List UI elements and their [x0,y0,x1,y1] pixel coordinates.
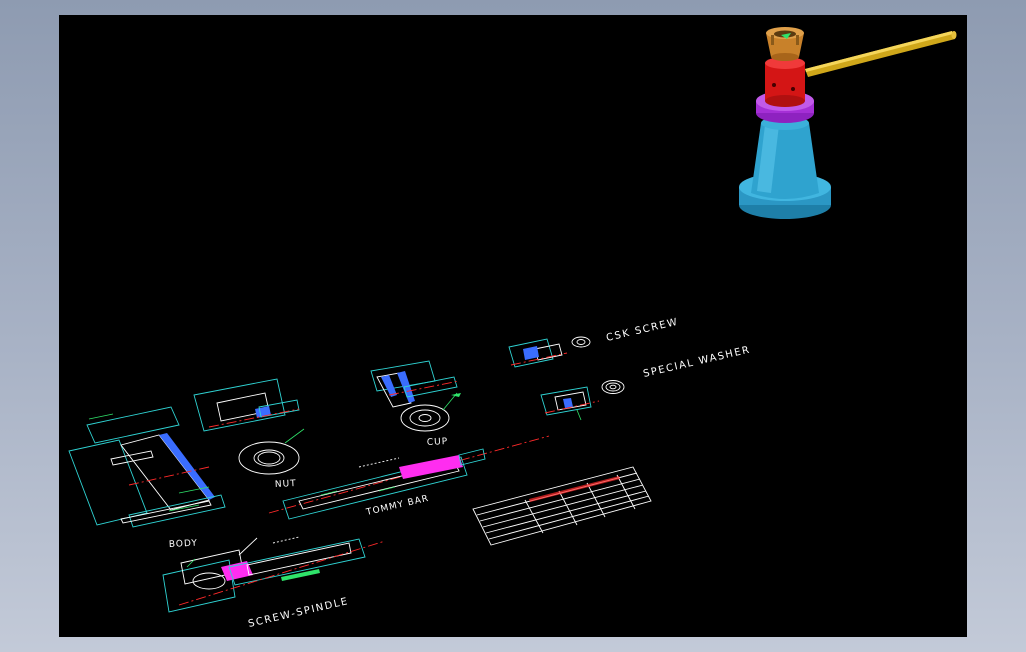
nut-hole [791,87,795,91]
csk-screw-hatch [523,346,539,360]
washer-dimension [576,409,582,421]
csk-screw-top-view-inner [576,339,586,345]
spindle-dimension [272,536,300,544]
body-section-hatch [159,433,215,500]
csk-screw-top-view [571,336,591,348]
cup-neck [771,53,799,61]
tommy-bar-end [951,31,957,39]
drawing-canvas[interactable]: BODY NUT CUP CSK SCREW SPECIAL WASHER TO… [59,15,967,637]
washer-hatch [563,398,573,408]
cup-top-view-outer [400,404,450,432]
nut-top-view-bore [257,451,281,465]
label-tommy-bar: TOMMY BAR [364,494,430,518]
dimension-line [186,558,196,568]
cup-top-view-mid [409,409,441,427]
table-row-line [488,495,650,540]
spindle-leader [238,537,258,556]
csk-screw-detail-drawing[interactable]: CSK SCREW [508,317,680,368]
washer-top-view-outer [601,380,625,394]
special-washer-detail-drawing[interactable]: SPECIAL WASHER [540,344,752,421]
tommy-bar-highlight [805,31,953,72]
body-bore [110,450,154,466]
washer-top-view-inner [609,384,617,390]
label-nut: NUT [275,479,297,490]
dimension-line [88,413,114,420]
cup-detail-drawing[interactable]: CUP [370,360,461,448]
label-screw-spindle: SCREW-SPINDLE [247,596,350,630]
body-base [128,494,226,528]
dimension-line [378,486,396,492]
table-row-line [479,478,641,522]
nut-leader [284,428,305,444]
tommy-bar-dimension [358,457,400,468]
nut-bottom [765,95,805,107]
spindle-outline [228,538,366,586]
screw-spindle-detail-drawing[interactable]: SCREW-SPINDLE [162,536,386,630]
label-cup: CUP [427,437,449,448]
spindle-thread [246,542,352,576]
dimension-line [320,490,338,496]
table-header-band [529,476,620,502]
body-detail-drawing[interactable]: BODY [68,406,226,550]
parts-table[interactable] [472,466,652,546]
nut-top-view-outer [238,441,300,475]
screw-jack-3d-model[interactable] [739,27,957,219]
cup-top-view-inner [418,414,432,422]
washer-top-view-mid [605,382,621,392]
nut-hole [772,83,776,87]
cup-slot [771,35,774,45]
tommy-bar-detail-drawing[interactable]: TOMMY BAR [268,435,550,520]
tommy-bar-highlight-section [399,455,463,479]
label-special-washer: SPECIAL WASHER [642,344,752,379]
body-outline-left [68,439,148,526]
table-row-line [485,490,647,534]
label-body: BODY [169,538,199,550]
csk-screw-shank [534,343,563,361]
label-csk-screw: CSK SCREW [605,317,680,344]
cad-viewport[interactable]: BODY NUT CUP CSK SCREW SPECIAL WASHER TO… [59,15,967,637]
csk-screw-center-line [510,352,568,366]
nut-detail-drawing[interactable]: NUT [193,378,305,490]
cup-slot [796,35,799,45]
nut-center-line [208,408,300,428]
